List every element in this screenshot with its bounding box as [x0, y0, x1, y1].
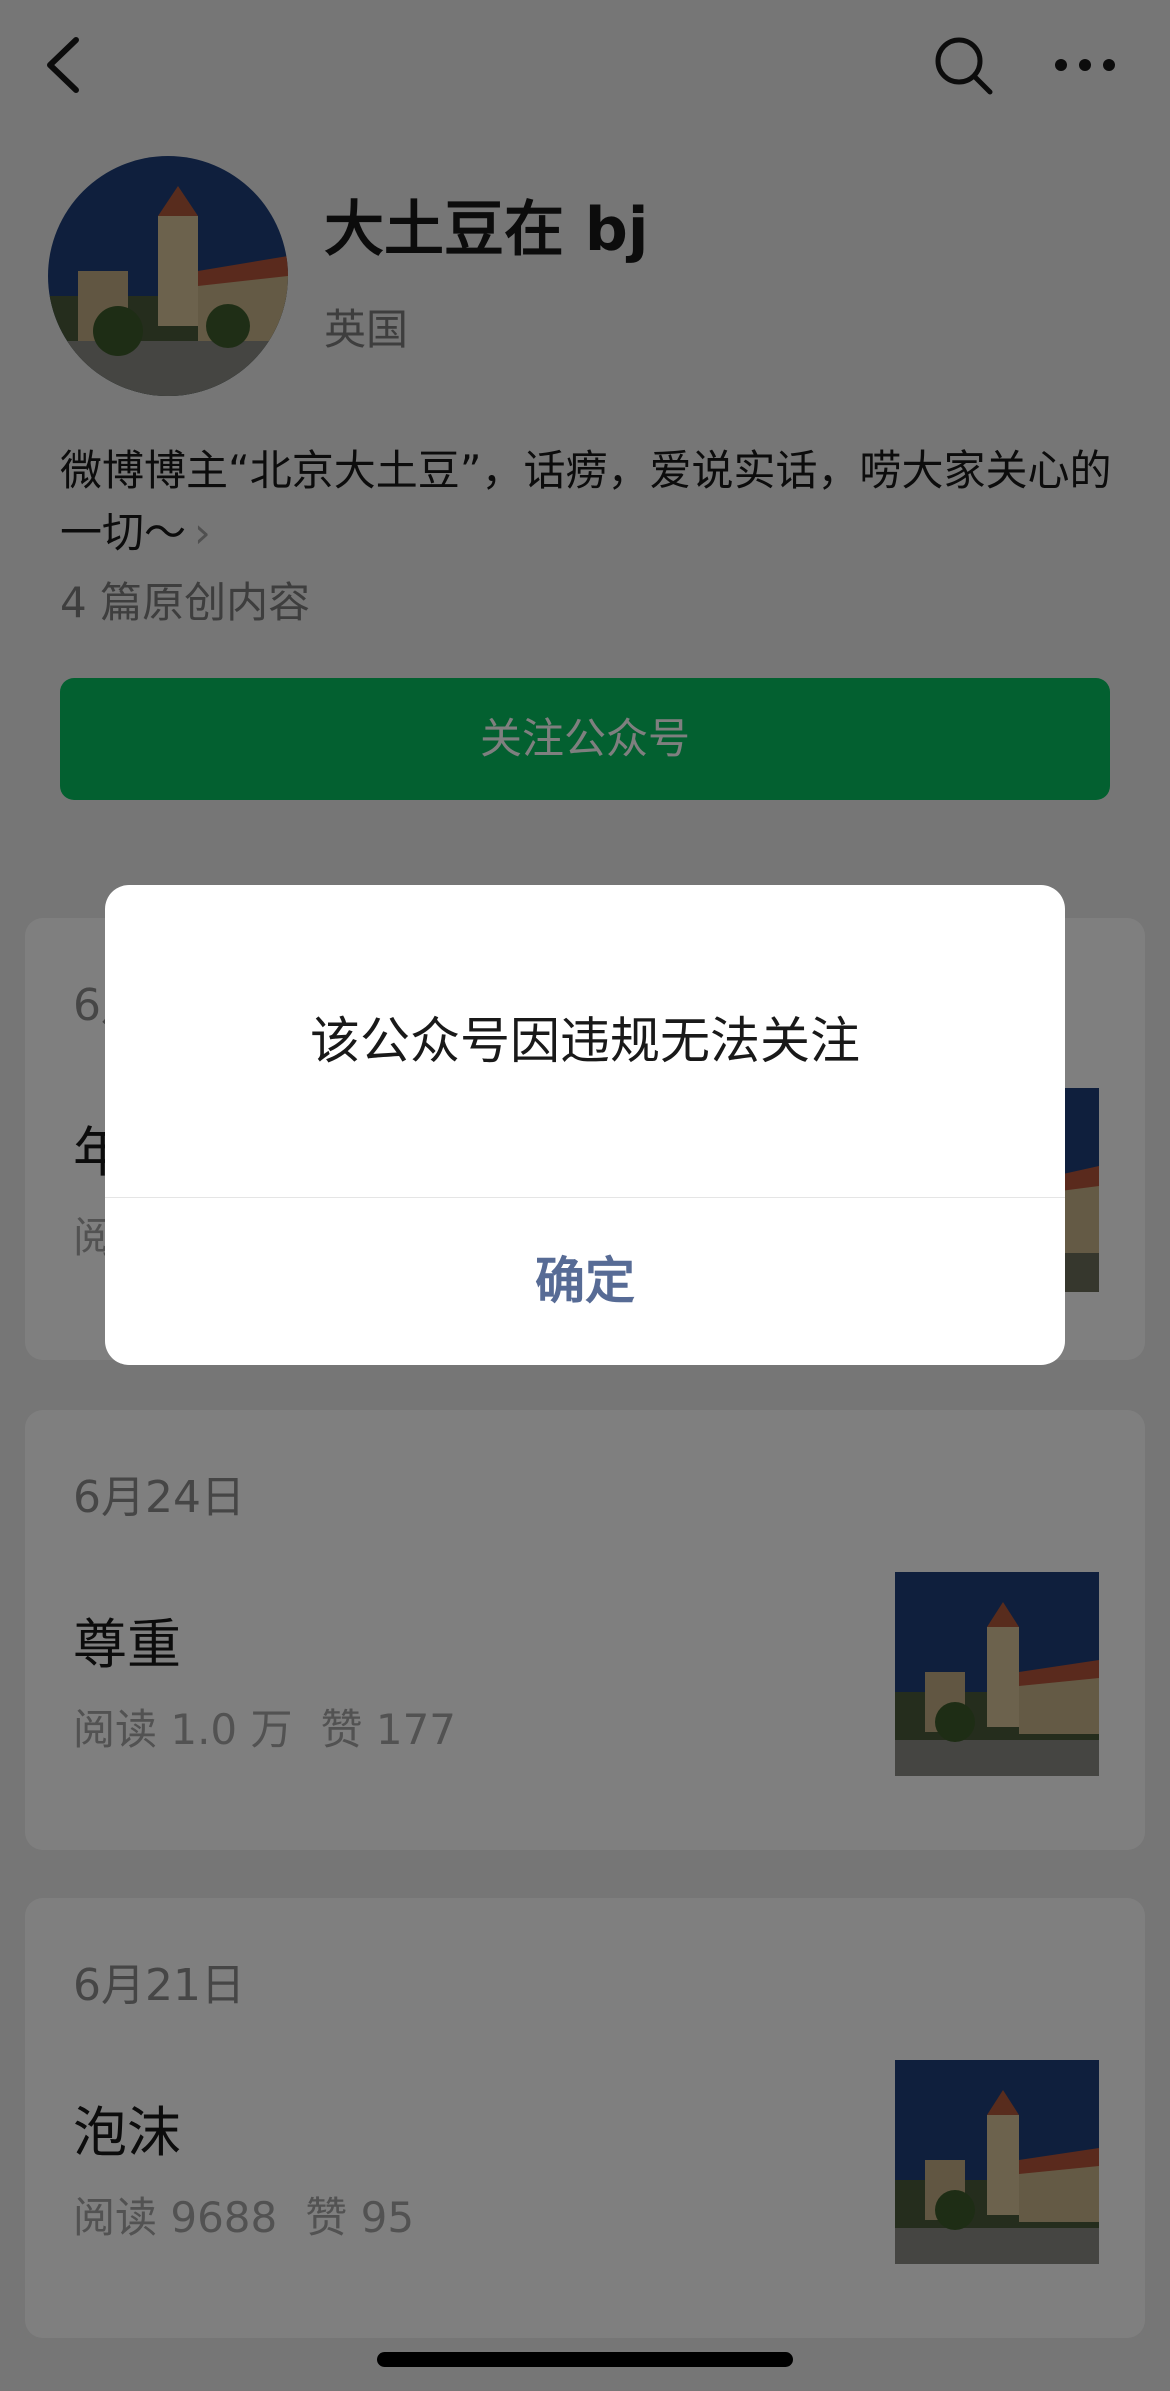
account-profile-page: 大土豆在 bj 英国 微博博主“北京大土豆”，话痨，爱说实话，唠大家关心的一切～…	[0, 0, 1170, 2391]
confirm-button[interactable]: 确定	[105, 1198, 1065, 1365]
dialog-message: 该公众号因违规无法关注	[310, 1012, 860, 1070]
home-indicator[interactable]	[377, 2352, 793, 2367]
alert-dialog: 该公众号因违规无法关注 确定	[105, 885, 1065, 1365]
